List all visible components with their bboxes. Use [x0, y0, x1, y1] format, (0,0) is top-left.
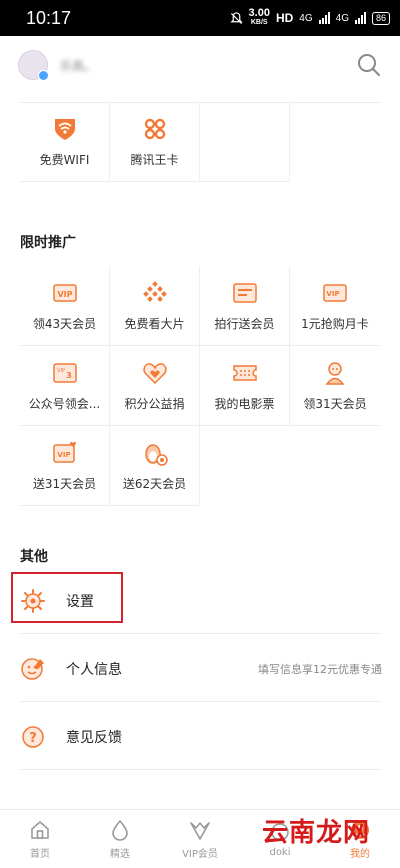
vip-ticket-icon: VIP: [52, 284, 77, 302]
promo-label: 领31天会员: [303, 397, 367, 411]
knot-icon: [144, 118, 165, 140]
empty-cell: [200, 102, 290, 182]
feedback-row[interactable]: ? 意见反馈: [20, 704, 382, 770]
vip-card-icon: VIP: [323, 284, 347, 302]
vip-3-card-icon: VIP 3: [52, 363, 77, 383]
signal-icon: [318, 12, 330, 24]
svg-text:3: 3: [66, 371, 72, 380]
promo-label: 送62天会员: [122, 477, 187, 491]
services-grid: 免费WIFI 腾讯王卡: [20, 102, 380, 182]
promo-item[interactable]: VIP 3 公众号领会...: [20, 346, 110, 426]
svg-text:VIP: VIP: [326, 290, 339, 298]
promo-grid: VIP 领43天会员 免费看大片 拍行送会员 VIP 1元抢购月卡 VIP 3 公…: [20, 266, 380, 506]
character-icon: [325, 362, 345, 385]
promo-label: 公众号领会...: [28, 397, 101, 411]
watermark-text: 云南龙网: [262, 818, 371, 848]
network-speed: 3.00 KB/S: [248, 7, 270, 27]
service-wang-card[interactable]: 腾讯王卡: [110, 102, 200, 182]
promo-label: 我的电影票: [214, 397, 275, 411]
highlight-box: [11, 572, 123, 623]
penguin-icon: [144, 444, 168, 466]
wifi-shield-icon: [54, 119, 75, 140]
home-icon: [31, 820, 49, 839]
svg-text:?: ?: [29, 731, 37, 746]
battery-indicator: 86: [371, 11, 390, 25]
promo-item[interactable]: 免费看大片: [110, 266, 200, 346]
avatar[interactable]: [18, 50, 49, 81]
service-free-wifi[interactable]: 免费WIFI: [20, 102, 110, 182]
signal-icon-2: [354, 12, 366, 24]
service-label: 免费WIFI: [39, 153, 90, 167]
tab-label: VIP会员: [182, 848, 218, 860]
ticket-icon: [232, 365, 257, 381]
tab-label: 精选: [110, 848, 130, 860]
tab-label: 首页: [30, 848, 50, 860]
status-bar: 10:17 3.00 KB/S HD 4G 4G 86: [0, 0, 400, 36]
status-time: 10:17: [26, 7, 72, 28]
promo-item[interactable]: 拍行送会员: [200, 266, 290, 346]
username: 乐高。: [60, 58, 97, 73]
personal-info-label: 个人信息: [66, 661, 122, 678]
heart-icon: [142, 363, 167, 385]
promo-label: 1元抢购月卡: [301, 317, 369, 331]
mute-bell-icon: [229, 11, 243, 24]
promo-label: 送31天会员: [32, 477, 97, 491]
promo-label: 免费看大片: [124, 317, 185, 331]
drop-icon: [112, 819, 128, 841]
spacer: [0, 182, 400, 192]
user-info[interactable]: 乐高。: [18, 50, 97, 81]
promo-label: 领43天会员: [32, 317, 97, 331]
svg-text:VIP: VIP: [57, 368, 65, 374]
net-type-1: 4G: [299, 12, 313, 24]
search-icon[interactable]: [356, 52, 382, 78]
tab-home[interactable]: 首页: [0, 810, 80, 868]
service-label: 腾讯王卡: [130, 153, 179, 167]
promo-item[interactable]: VIP 送31天会员: [20, 426, 110, 506]
promo-item[interactable]: VIP 领43天会员: [20, 266, 110, 346]
profile-header: 乐高。: [0, 36, 400, 94]
question-icon: ?: [22, 725, 44, 748]
empty-cell: [290, 102, 380, 182]
svg-text:VIP: VIP: [57, 451, 70, 459]
personal-info-row[interactable]: 个人信息 填写信息享12元优惠专通: [20, 636, 382, 702]
tab-featured[interactable]: 精选: [80, 810, 160, 868]
promo-item[interactable]: 送62天会员: [110, 426, 200, 506]
profile-page: 乐高。 免费WIFI 腾讯王卡 限时推广 VIP 领43天会员 免费看大片 拍行…: [0, 36, 400, 809]
other-title: 其他: [20, 549, 48, 565]
card-icon: [232, 283, 257, 303]
promo-title: 限时推广: [20, 235, 76, 251]
promo-item[interactable]: 领31天会员: [290, 346, 380, 426]
tab-vip[interactable]: VIP会员: [160, 810, 240, 868]
net-type-2: 4G: [335, 12, 349, 24]
hd-badge: HD: [275, 11, 294, 25]
promo-item[interactable]: 我的电影票: [200, 346, 290, 426]
status-icons: 3.00 KB/S HD 4G 4G 86: [229, 7, 390, 27]
svg-text:VIP: VIP: [57, 290, 72, 299]
feedback-label: 意见反馈: [66, 729, 122, 746]
promo-label: 积分公益捐: [124, 397, 185, 411]
promo-item[interactable]: 积分公益捐: [110, 346, 200, 426]
verified-dot: [38, 70, 49, 81]
vip-heart-card-icon: VIP: [52, 441, 76, 463]
promo-label: 拍行送会员: [214, 317, 275, 331]
vip-crown-icon: [190, 821, 210, 840]
promo-item[interactable]: VIP 1元抢购月卡: [290, 266, 380, 346]
person-edit-icon: [21, 657, 44, 680]
dots-diamond-icon: [142, 281, 167, 302]
personal-info-hint: 填写信息享12元优惠专通: [258, 662, 382, 676]
